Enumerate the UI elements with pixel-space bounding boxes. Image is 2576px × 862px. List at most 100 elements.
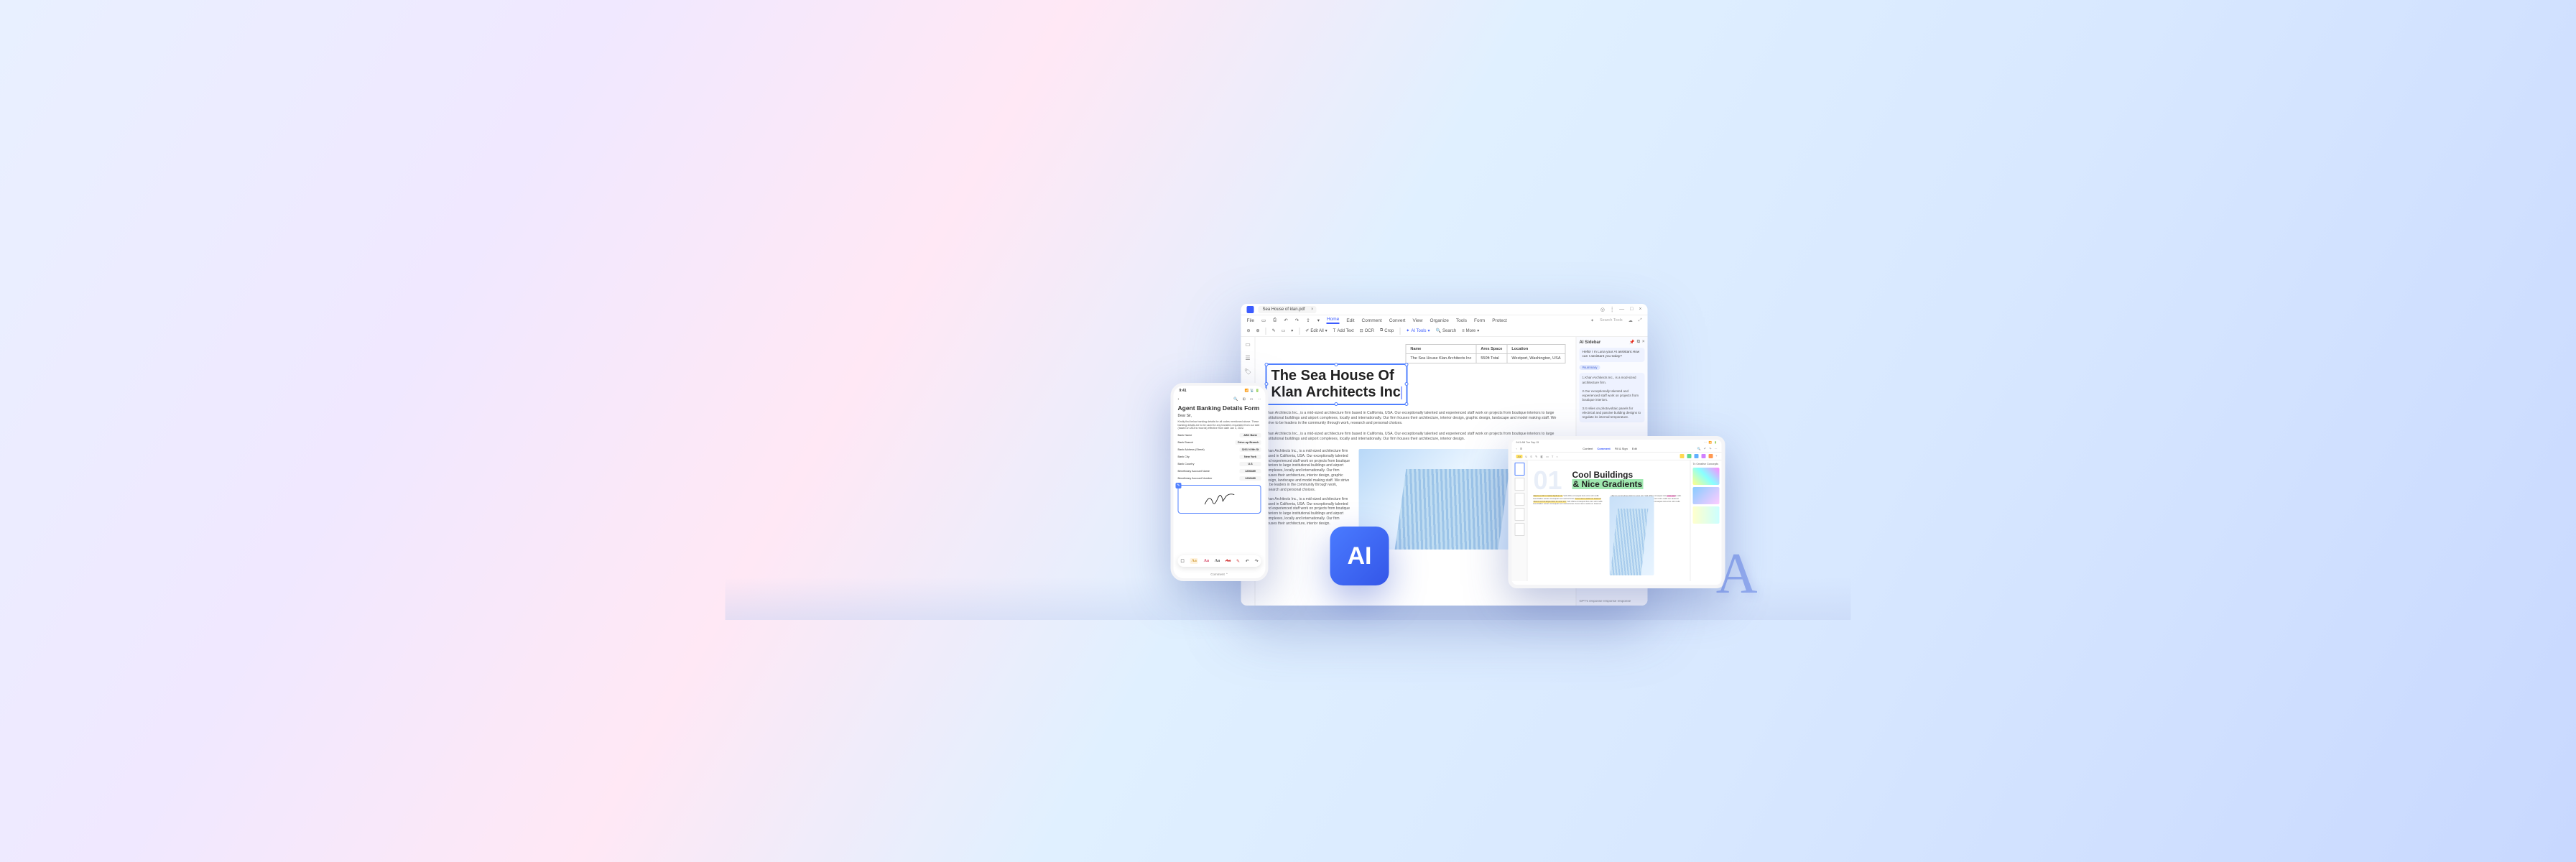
underline-icon[interactable]: U xyxy=(1525,455,1527,458)
pencil-icon[interactable]: ✎ xyxy=(1535,455,1537,458)
shape-icon[interactable]: ○ xyxy=(1556,455,1557,458)
color-blue[interactable] xyxy=(1694,454,1698,458)
add-color-icon[interactable]: + xyxy=(1715,454,1717,458)
pin-icon[interactable]: 📌 xyxy=(1629,340,1634,345)
menu-protect[interactable]: Protect xyxy=(1492,318,1507,323)
tablet-back-icon[interactable]: ‹ xyxy=(1516,447,1517,450)
expand-icon[interactable]: ⤢ xyxy=(1639,318,1642,323)
pen-tool-icon[interactable]: ✎ xyxy=(1236,559,1240,564)
attachments-icon[interactable]: 🏷 xyxy=(1244,369,1251,375)
menu-home[interactable]: Home xyxy=(1327,317,1339,324)
thumb-2[interactable] xyxy=(1514,478,1524,491)
concept-1[interactable] xyxy=(1693,468,1720,485)
form-row-account-name: Beneficiary Account Name1206489 xyxy=(1174,468,1266,475)
undo-phone-icon[interactable]: ↶ xyxy=(1246,559,1249,564)
more-button[interactable]: ≡More▾ xyxy=(1462,328,1479,333)
tab-content[interactable]: Content xyxy=(1583,447,1593,450)
tablet-undo-icon[interactable]: ↶ xyxy=(1704,447,1706,450)
title-line-1: The Sea House Of xyxy=(1271,368,1394,384)
signature-badge-icon: ✎ xyxy=(1176,483,1182,488)
concept-2[interactable] xyxy=(1693,487,1720,504)
highlight-icon[interactable]: ✎ xyxy=(1272,328,1276,333)
thumbnails-icon[interactable]: ▭ xyxy=(1245,341,1251,348)
signature-field[interactable]: ✎ xyxy=(1178,485,1261,514)
text-style-4-icon[interactable]: Aa xyxy=(1226,559,1231,563)
search-tools-input[interactable]: Search Tools xyxy=(1600,318,1623,323)
document-title-selected[interactable]: The Sea House Of Klan Architects Inc xyxy=(1266,363,1408,405)
highlighter-icon[interactable]: Aa xyxy=(1516,455,1523,458)
menu-edit[interactable]: Edit xyxy=(1346,318,1354,323)
menu-comment[interactable]: Comment xyxy=(1362,318,1382,323)
ai-summary-tag[interactable]: #summary xyxy=(1580,365,1600,370)
text-icon[interactable]: T xyxy=(1552,455,1553,458)
document-tab[interactable]: Sea House of klan.pdf × xyxy=(1259,306,1317,313)
expand-panel-icon[interactable]: ⧉ xyxy=(1637,340,1640,345)
edit-all-button[interactable]: ✐Edit All▾ xyxy=(1305,328,1327,333)
menu-convert[interactable]: Convert xyxy=(1389,318,1406,323)
comment-tab[interactable]: Comment ⌃ xyxy=(1174,573,1266,577)
redo-icon[interactable]: ↷ xyxy=(1295,318,1299,323)
zoom-out-icon[interactable]: ⊖ xyxy=(1247,328,1251,333)
thumb-5[interactable] xyxy=(1514,523,1524,536)
back-icon[interactable]: ‹ xyxy=(1178,397,1180,402)
menu-tools[interactable]: Tools xyxy=(1456,318,1467,323)
concept-3[interactable] xyxy=(1693,506,1720,524)
text-style-3-icon[interactable]: Aa xyxy=(1215,559,1220,563)
save-icon[interactable]: ▭ xyxy=(1261,318,1266,323)
color-green[interactable] xyxy=(1687,454,1691,458)
ai-app-icon[interactable]: AI xyxy=(1330,527,1389,585)
close-icon[interactable]: × xyxy=(1639,307,1641,312)
redo-phone-icon[interactable]: ↷ xyxy=(1255,559,1259,564)
text-style-2-icon[interactable]: Aa xyxy=(1204,559,1209,563)
checkbox-tool-icon[interactable]: ☐ xyxy=(1180,559,1184,564)
menu-form[interactable]: Form xyxy=(1474,318,1485,323)
tablet-page[interactable]: 01 Cool Buildings & Nice Gradients Mauri… xyxy=(1528,460,1690,581)
tab-fill-sign[interactable]: Fill & Sign xyxy=(1615,447,1628,450)
cloud-icon[interactable]: ☁ xyxy=(1628,318,1633,323)
color-purple[interactable] xyxy=(1701,454,1705,458)
notification-icon[interactable]: ◎ xyxy=(1600,307,1605,312)
note-icon[interactable]: ▭ xyxy=(1546,455,1549,458)
tablet-redo-icon[interactable]: ↷ xyxy=(1709,447,1711,450)
chevron-down-icon[interactable]: ▾ xyxy=(1291,328,1293,333)
ai-tools-button[interactable]: ✦AI Tools▾ xyxy=(1406,328,1430,333)
eraser-icon[interactable]: ◧ xyxy=(1540,455,1543,458)
ai-sparkle-icon[interactable]: ✦ xyxy=(1590,318,1594,323)
color-yellow[interactable] xyxy=(1680,454,1684,458)
add-text-button[interactable]: TAdd Text xyxy=(1333,329,1354,333)
rect-tool-icon[interactable]: ▭ xyxy=(1282,328,1286,333)
undo-icon[interactable]: ↶ xyxy=(1284,318,1287,323)
text-style-1-icon[interactable]: Aa xyxy=(1190,558,1198,564)
tab-edit[interactable]: Edit xyxy=(1632,447,1637,450)
menu-view[interactable]: View xyxy=(1412,318,1422,323)
ai-label: AI xyxy=(1348,542,1372,570)
dropdown-icon[interactable]: ▾ xyxy=(1317,318,1320,323)
print-icon[interactable]: ⎙ xyxy=(1273,318,1277,323)
bookmark-icon[interactable]: ▭ xyxy=(1250,397,1254,402)
thumb-3[interactable] xyxy=(1514,493,1524,506)
grid-icon[interactable]: ⊞ xyxy=(1243,397,1246,402)
ocr-button[interactable]: ⊡OCR xyxy=(1360,328,1374,333)
minimize-icon[interactable]: — xyxy=(1619,307,1624,312)
zoom-in-icon[interactable]: ⊕ xyxy=(1256,328,1260,333)
crop-button[interactable]: ⧉Crop xyxy=(1380,328,1394,333)
search-button[interactable]: 🔍Search xyxy=(1436,328,1457,333)
close-tab-icon[interactable]: × xyxy=(1311,307,1314,312)
tab-comment[interactable]: Comment xyxy=(1597,447,1610,450)
maximize-icon[interactable]: □ xyxy=(1630,307,1633,312)
tablet-more-icon[interactable]: ⋯ xyxy=(1704,441,1707,444)
share-icon[interactable]: ⇪ xyxy=(1306,318,1310,323)
file-menu[interactable]: File xyxy=(1247,318,1254,323)
tablet-menu-icon[interactable]: ⋯ xyxy=(1714,447,1717,450)
search-icon[interactable]: 🔍 xyxy=(1233,397,1238,402)
color-orange[interactable] xyxy=(1708,454,1713,458)
thumb-1[interactable] xyxy=(1514,463,1524,476)
tablet-thumbs-icon[interactable]: ⊞ xyxy=(1520,447,1522,450)
menu-organize[interactable]: Organize xyxy=(1430,318,1448,323)
strikethrough-icon[interactable]: S xyxy=(1530,455,1532,458)
bookmarks-icon[interactable]: ☰ xyxy=(1245,355,1250,361)
more-icon[interactable]: ⋯ xyxy=(1258,397,1261,402)
close-panel-icon[interactable]: × xyxy=(1642,340,1645,345)
thumb-4[interactable] xyxy=(1514,508,1524,521)
tablet-search-icon[interactable]: 🔍 xyxy=(1697,447,1701,450)
